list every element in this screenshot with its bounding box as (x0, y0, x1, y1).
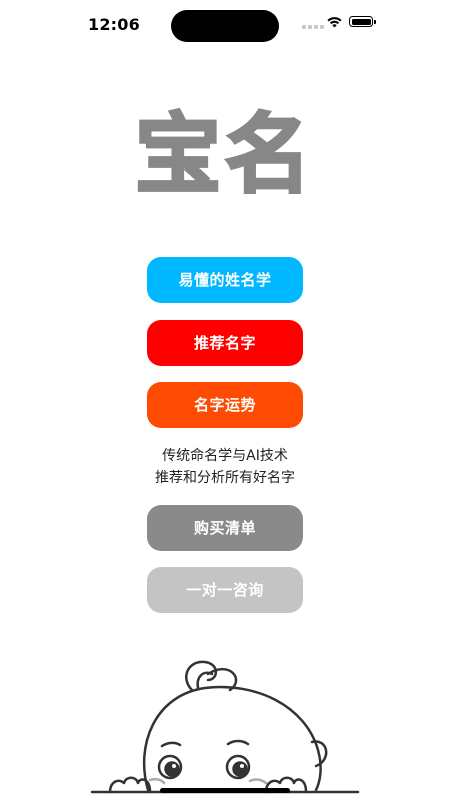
baby-peeking-icon (90, 660, 360, 794)
battery-icon (349, 16, 376, 27)
name-study-button[interactable]: 易懂的姓名学 (147, 257, 303, 303)
dynamic-island (171, 10, 279, 42)
tagline-line-1: 传统命名学与AI技术 (162, 448, 288, 464)
recommend-names-button[interactable]: 推荐名字 (147, 320, 303, 366)
status-bar: 12:06 (0, 0, 450, 50)
signal-icon (302, 25, 324, 29)
consultation-button[interactable]: 一对一咨询 (147, 567, 303, 613)
wifi-icon (327, 17, 342, 28)
status-time: 12:06 (88, 15, 140, 34)
app-logo: 宝名 (134, 104, 315, 207)
shopping-list-button[interactable]: 购买清单 (147, 505, 303, 551)
home-indicator[interactable] (160, 788, 290, 793)
name-fortune-button[interactable]: 名字运势 (147, 382, 303, 428)
tagline-line-2: 推荐和分析所有好名字 (155, 470, 295, 486)
